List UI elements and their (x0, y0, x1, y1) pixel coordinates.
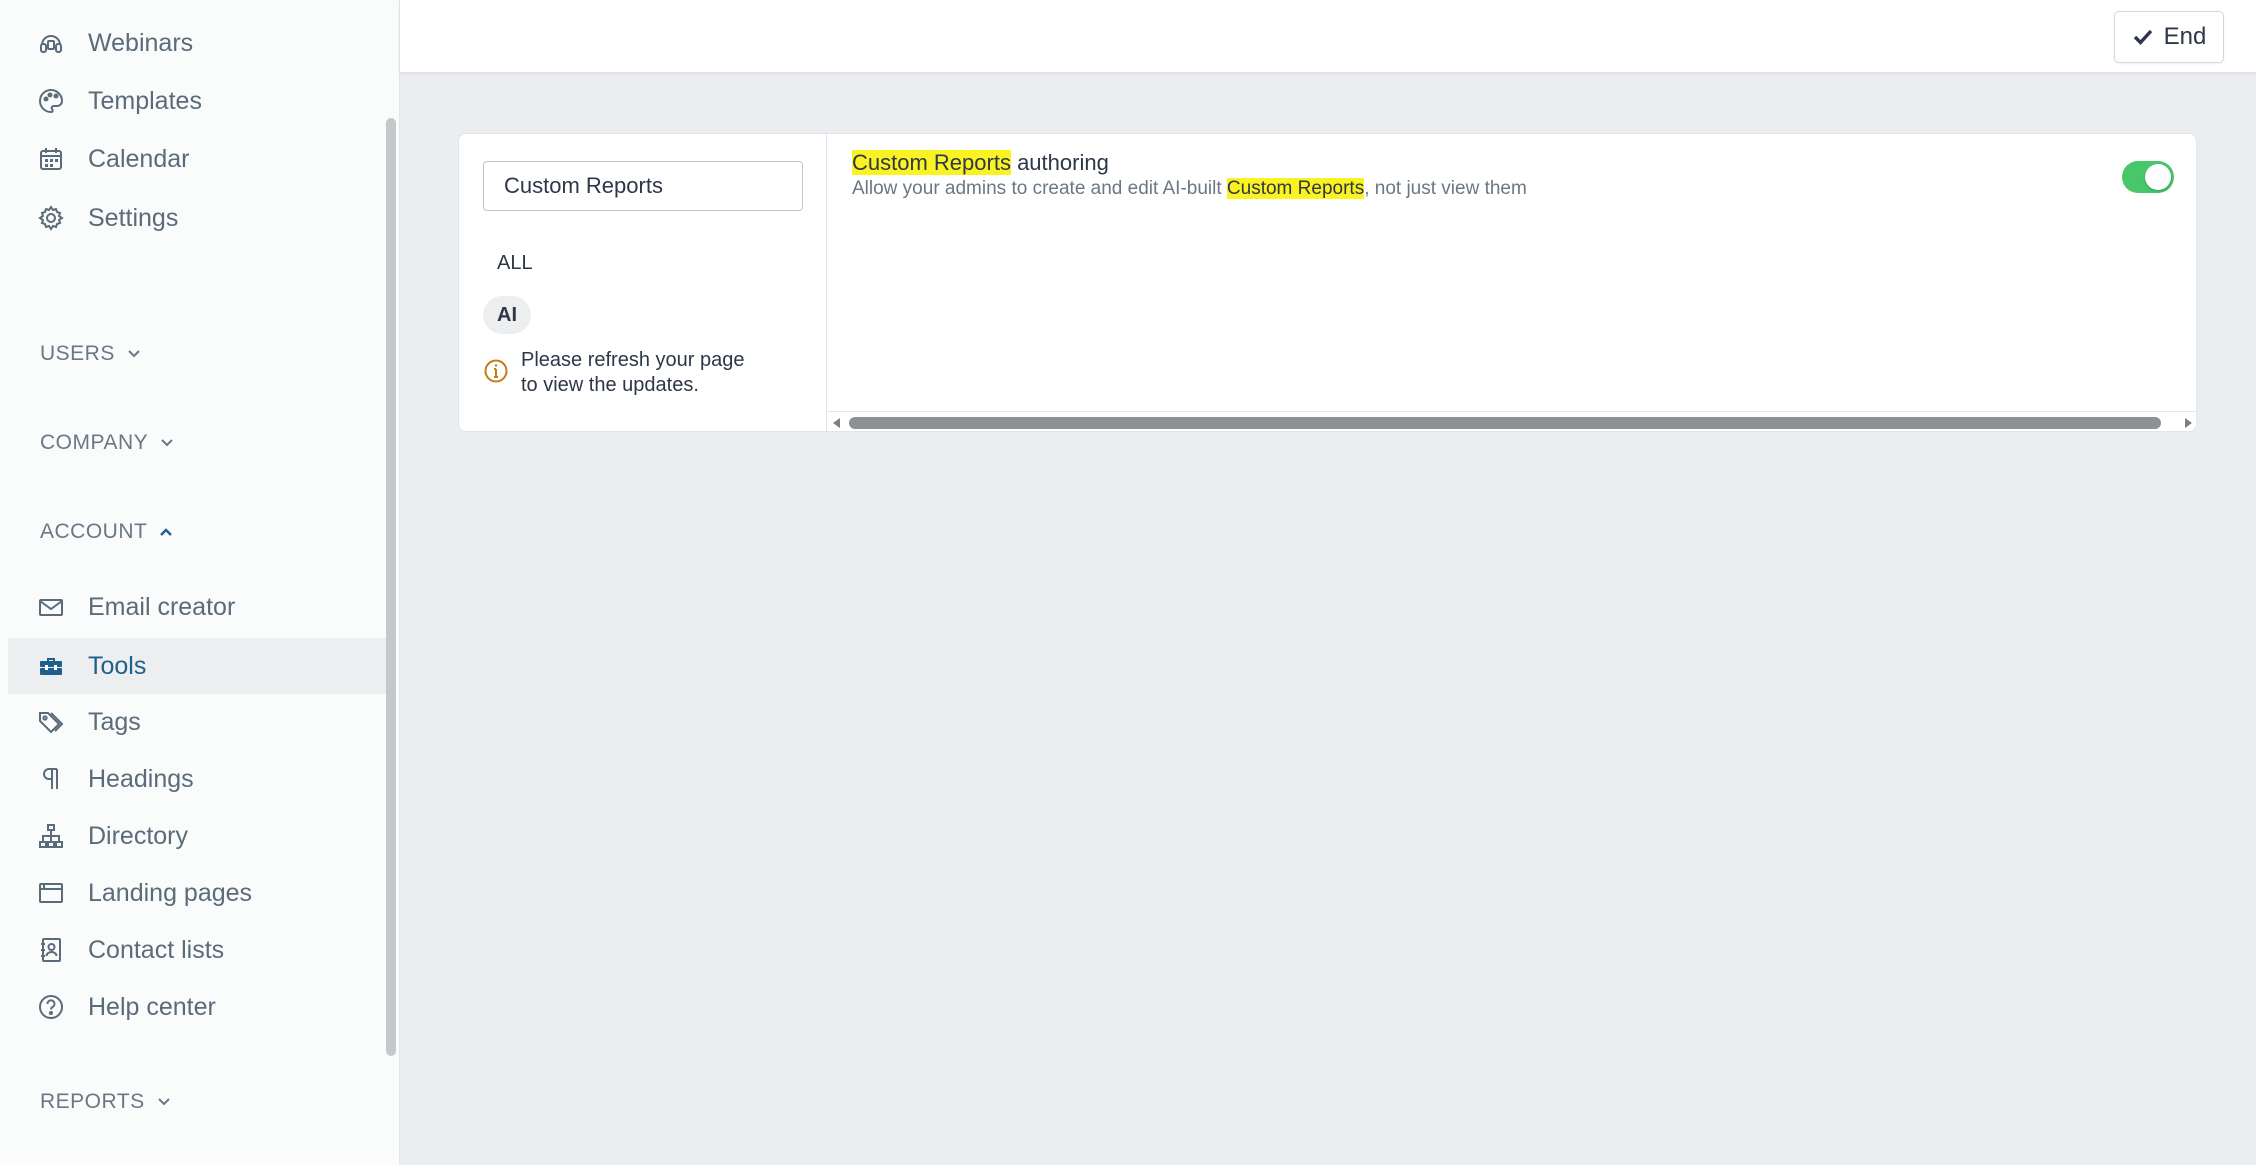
sidebar-item-label: Templates (88, 86, 202, 115)
setting-desc-before: Allow your admins to create and edit AI-… (852, 178, 1227, 199)
chevron-up-icon (160, 528, 173, 536)
section-label: ACCOUNT (40, 520, 148, 543)
sidebar-item-label: Contact lists (88, 935, 225, 964)
setting-title-rest: authoring (1010, 150, 1109, 175)
scroll-left-arrow-icon[interactable] (833, 418, 840, 428)
calendar-icon (34, 142, 68, 176)
sidebar: Webinars Templates Calendar Settings USE… (0, 0, 400, 1165)
sidebar-item-calendar[interactable]: Calendar (8, 131, 388, 187)
setting-description: Allow your admins to create and edit AI-… (852, 178, 1527, 200)
section-reports-toggle[interactable]: REPORTS (40, 1082, 173, 1122)
section-label: USERS (40, 342, 115, 365)
section-company-toggle[interactable]: COMPANY (40, 423, 176, 463)
app-root: Webinars Templates Calendar Settings USE… (0, 0, 2256, 1165)
sidebar-item-help-center[interactable]: Help center (8, 979, 388, 1035)
toggle-knob (2145, 164, 2171, 190)
section-label: REPORTS (40, 1090, 145, 1113)
paragraph-icon (34, 762, 68, 796)
tools-results-panel: Custom Reports authoring Allow your admi… (827, 134, 2196, 431)
sidebar-item-tags[interactable]: Tags (8, 694, 388, 750)
section-account-toggle[interactable]: ACCOUNT (40, 512, 175, 552)
tags-icon (34, 705, 68, 739)
sidebar-item-label: Help center (88, 992, 216, 1021)
sidebar-item-directory[interactable]: Directory (8, 808, 388, 864)
horizontal-scrollbar[interactable] (827, 411, 2196, 431)
sidebar-item-label: Directory (88, 821, 189, 850)
section-label: COMPANY (40, 431, 149, 454)
sidebar-item-label: Headings (88, 764, 194, 793)
webinar-icon (34, 26, 68, 60)
tools-filter-panel: ALL AI Please refresh your page to view … (459, 134, 827, 431)
envelope-icon (34, 590, 68, 624)
sidebar-item-headings[interactable]: Headings (8, 751, 388, 807)
sidebar-item-label: Tags (88, 707, 141, 736)
custom-reports-authoring-toggle[interactable] (2122, 161, 2174, 193)
contact-book-icon (34, 933, 68, 967)
browser-window-icon (34, 876, 68, 910)
chevron-down-icon (161, 439, 173, 447)
end-button[interactable]: End (2114, 11, 2224, 63)
filter-ai[interactable]: AI (483, 296, 531, 334)
search-highlight: Custom Reports (1226, 178, 1365, 199)
setting-title: Custom Reports authoring (852, 150, 1109, 176)
sidebar-scrollbar[interactable] (386, 118, 396, 1056)
sidebar-item-label: Tools (88, 651, 147, 680)
sidebar-item-label: Webinars (88, 28, 194, 57)
refresh-notice-text: Please refresh your page to view the upd… (521, 349, 745, 396)
palette-icon (34, 84, 68, 118)
scrollbar-thumb[interactable] (849, 417, 2161, 429)
question-circle-icon (34, 990, 68, 1024)
sidebar-item-templates[interactable]: Templates (8, 73, 388, 129)
sidebar-item-settings[interactable]: Settings (8, 190, 388, 246)
sidebar-item-label: Calendar (88, 144, 190, 173)
section-users-toggle[interactable]: USERS (40, 334, 143, 374)
setting-desc-after: , not just view them (1364, 178, 1527, 199)
chevron-down-icon (157, 1098, 170, 1106)
sidebar-item-contact-lists[interactable]: Contact lists (8, 922, 388, 978)
sitemap-icon (34, 819, 68, 853)
sidebar-item-landing-pages[interactable]: Landing pages (8, 865, 388, 921)
tools-search-input[interactable] (483, 161, 803, 211)
sidebar-item-label: Email creator (88, 592, 236, 621)
sidebar-item-email-creator[interactable]: Email creator (8, 579, 388, 635)
sidebar-item-webinars[interactable]: Webinars (8, 15, 388, 71)
toolbox-icon (34, 649, 68, 683)
filter-all[interactable]: ALL (497, 246, 533, 280)
top-bar: End (400, 0, 2256, 72)
sidebar-item-label: Landing pages (88, 878, 253, 907)
sidebar-item-tools[interactable]: Tools (8, 638, 388, 694)
check-icon (2133, 29, 2152, 45)
refresh-notice: Please refresh your page to view the upd… (483, 348, 813, 398)
info-circle-icon (484, 359, 508, 383)
sidebar-item-label: Settings (88, 203, 179, 232)
search-highlight: Custom Reports (852, 150, 1011, 175)
chevron-down-icon (128, 350, 140, 358)
end-button-label: End (2163, 23, 2207, 50)
gear-icon (34, 201, 68, 235)
tools-card: ALL AI Please refresh your page to view … (458, 133, 2197, 432)
scroll-right-arrow-icon[interactable] (2185, 418, 2192, 428)
